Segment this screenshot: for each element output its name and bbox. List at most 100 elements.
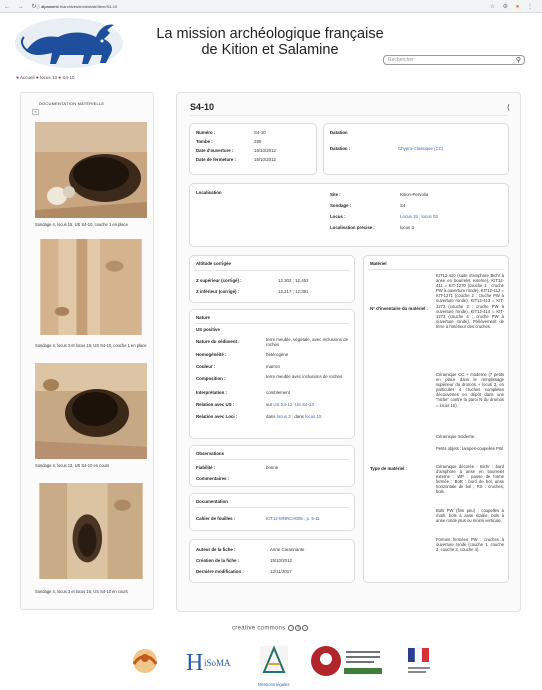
material-type-para-2: Céramique moderne.: [436, 434, 476, 439]
altitude-box: Altitude corrigée Z supérieur (corrigé) …: [189, 255, 355, 303]
localisation-title: Localisation: [196, 190, 222, 195]
material-type-para-5: Bols PW (fins peu) : coupelles à marli, …: [436, 508, 504, 524]
photo-caption-2: Sondage 4, locus 3 et locus 15, US S4-10…: [35, 343, 147, 348]
browser-extension-icons[interactable]: ☆ ⚙ ● ⋮: [490, 3, 536, 10]
relation-loci-link-1[interactable]: locus 3: [277, 414, 291, 419]
label-archeologie-logo-icon[interactable]: [310, 644, 384, 678]
relation-loci-link-2[interactable]: locus 15: [305, 414, 321, 419]
svg-text:H: H: [186, 650, 203, 676]
bull-logo-icon[interactable]: [14, 17, 124, 69]
author-box: Auteur de la fiche : Anne Carannante Cré…: [189, 539, 355, 583]
reliability-label: Fiabilité :: [196, 465, 216, 470]
precise-location-label: Localisation précise :: [330, 225, 375, 230]
legal-notice-link[interactable]: Mentions légales: [258, 682, 289, 687]
datation-label: Datation :: [330, 146, 351, 151]
tomb-label: Tombe :: [196, 139, 213, 144]
altitude-title: Altitude corrigée: [196, 261, 231, 266]
address-bar[interactable]: ⓘ dipamenti.fr/archives/eorientale/item/…: [36, 4, 117, 10]
breadcrumb-locus[interactable]: locus 13: [40, 75, 57, 80]
inventory-text: KIT12-410 (suite d'amphore Bichr à anse …: [436, 273, 504, 329]
modified-value: 12/11/2017: [270, 569, 292, 574]
cc-by-icon: i: [288, 625, 295, 631]
french-republic-logo-icon[interactable]: [404, 644, 434, 678]
photo-caption-4: Sondage 4, locus 3 et locus 15, US S4-10…: [35, 589, 128, 594]
interpretation-value: comblement: [266, 390, 290, 395]
relation-loci-label: Relation avec Loci :: [196, 414, 238, 419]
relation-us-link[interactable]: US S4-12, US S4-13: [273, 402, 314, 407]
svg-text:iSoMA: iSoMA: [204, 658, 230, 668]
search-input[interactable]: Rechercher ⚲: [383, 55, 525, 65]
breadcrumb-bullet-icon: ●: [35, 75, 39, 81]
z-upper-value: 12.302 ; 12.452: [278, 278, 309, 283]
search-icon[interactable]: ⚲: [516, 56, 521, 64]
breadcrumb-bullet-icon: ●: [58, 75, 62, 81]
excavation-photo-1[interactable]: [35, 122, 147, 218]
browser-nav-buttons[interactable]: ← → ↻: [4, 3, 39, 10]
url-host: dipamenti: [41, 4, 59, 9]
materiel-box: Matériel N° d'inventaire du matériel : K…: [363, 255, 509, 583]
site-title-line2: de Kition et Salamine: [201, 42, 339, 58]
comments-label: Commentaires :: [196, 476, 230, 481]
relation-loci-value: dans locus 3 ; dans locus 15: [266, 414, 321, 419]
creative-commons-badge[interactable]: creative commons i $ =: [232, 625, 309, 632]
opening-date-value: 15/10/2012: [254, 148, 276, 153]
relation-us-value: sur US S4-12, US S4-13: [266, 402, 314, 407]
material-type-para-3: Petits objets : lampes-coupelles PW.: [436, 446, 504, 451]
sidebar-heading-label: DOCUMENTATION MATÉRIELLE: [39, 101, 105, 106]
url-path: .fr/archives/eorientale/item/S4-10: [58, 4, 118, 9]
datation-link[interactable]: Chypro-Classique (CC): [398, 146, 443, 151]
breadcrumb-bullet-icon: ●: [16, 75, 20, 81]
material-type-para-6: Formes fermées PW : cruches à ouverture …: [436, 537, 504, 553]
excavation-photo-3[interactable]: [35, 363, 147, 459]
opening-date-label: Date d'ouverture :: [196, 148, 234, 153]
author-value: Anne Carannante: [270, 547, 305, 552]
material-type-para-1: Céramique CC + moderne (7 petits en plac…: [436, 372, 504, 408]
notebook-link[interactable]: KIT12-MNRCH005 ; p. 9-11: [266, 516, 320, 521]
nature-box: Nature US positive Nature du sédiment : …: [189, 309, 355, 439]
sondage-label: Sondage :: [330, 203, 352, 208]
documentation-box: Documentation Cahier de fouilles : KIT12…: [189, 493, 355, 531]
sediment-label: Nature du sédiment :: [196, 339, 240, 344]
documentation-title: Documentation: [196, 499, 228, 504]
sediment-value: terre meuble, végétale, avec inclusions …: [266, 337, 349, 347]
locus-label: Locus :: [330, 214, 346, 219]
composition-value: terre meuble avec inclusions de roches: [266, 374, 343, 379]
notebook-label: Cahier de fouilles :: [196, 516, 236, 521]
site-title-line1: La mission archéologique française: [156, 26, 384, 42]
relation-loci-mid: ; dans: [290, 414, 306, 419]
archeo-orient-logo-icon[interactable]: [258, 644, 290, 678]
created-label: Création de la fiche :: [196, 558, 240, 563]
reliability-value: bonne: [266, 465, 279, 470]
closing-date-value: 15/10/2012: [254, 157, 276, 162]
share-icon[interactable]: ⟨: [507, 103, 510, 112]
hisoma-logo-icon[interactable]: H iSoMA: [184, 644, 230, 678]
mission-logo-icon[interactable]: [128, 644, 162, 678]
materiel-divider: [368, 269, 504, 270]
observations-divider: [194, 459, 350, 460]
breadcrumb-current: S4-10: [62, 75, 75, 80]
composition-label: Composition :: [196, 376, 226, 381]
photo-caption-3: Sondage 4, locus 13, US S4-10 en cours: [35, 463, 110, 468]
locus-links[interactable]: Locus 15 ; locus 03: [400, 214, 438, 219]
site-label: Site :: [330, 192, 341, 197]
material-type-para-4: Céramique décorée : Bichr : bord d'ampho…: [436, 464, 504, 495]
sidebar-heading: « DOCUMENTATION MATÉRIELLE: [27, 101, 105, 115]
z-upper-label: Z supérieur (corrigé) :: [196, 278, 242, 283]
relation-us-label: Relation avec US :: [196, 402, 235, 407]
inventory-label: N° d'inventaire du matériel :: [370, 306, 428, 311]
localisation-box: Localisation Site : Kition-Pervolia Sond…: [189, 183, 509, 247]
cc-nc-icon: $: [295, 625, 302, 631]
cc-label: creative commons: [232, 625, 286, 632]
excavation-photo-2[interactable]: [35, 239, 147, 335]
collapse-sidebar-button[interactable]: «: [32, 109, 39, 115]
interpretation-label: Interprétation :: [196, 390, 227, 395]
materiel-title: Matériel: [370, 261, 387, 266]
breadcrumb-home[interactable]: Accueil: [20, 75, 35, 80]
site-title[interactable]: La mission archéologique française de Ki…: [150, 26, 390, 58]
created-value: 15/10/2012: [270, 558, 292, 563]
excavation-photo-4[interactable]: [35, 483, 147, 579]
sondage-value: S4: [400, 203, 406, 208]
page-title: S4-10: [190, 102, 215, 112]
number-label: Numéro :: [196, 130, 216, 135]
browser-toolbar: ← → ↻ ⓘ dipamenti.fr/archives/eorientale…: [0, 0, 542, 13]
